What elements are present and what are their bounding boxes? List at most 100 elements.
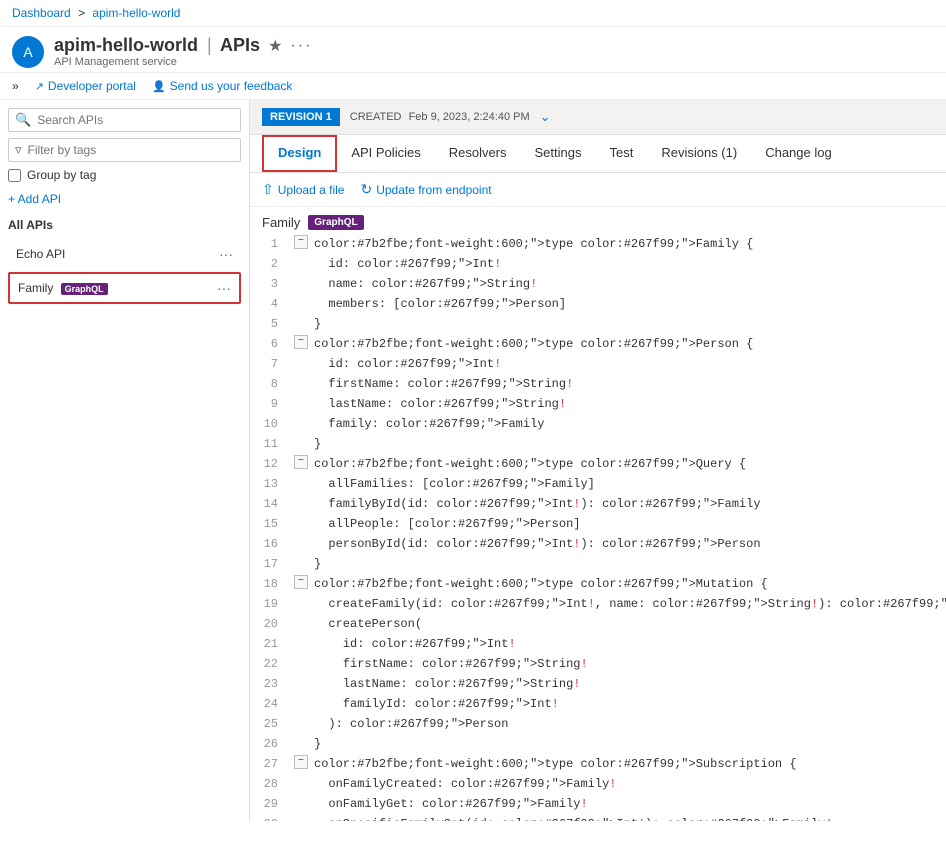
code-line: 1−color:#7b2fbe;font-weight:600;">type c… bbox=[250, 234, 946, 254]
app-subtitle: API Management service bbox=[54, 56, 312, 68]
line-content: firstName: color:#267f99;">String! bbox=[314, 655, 946, 673]
line-number: 20 bbox=[250, 615, 290, 633]
api-family-more[interactable]: ··· bbox=[217, 280, 231, 296]
tab-revisions[interactable]: Revisions (1) bbox=[647, 135, 751, 172]
line-number: 16 bbox=[250, 535, 290, 553]
update-endpoint-button[interactable]: ↻ Update from endpoint bbox=[360, 181, 491, 198]
revision-bar: REVISION 1 CREATED Feb 9, 2023, 2:24:40 … bbox=[250, 100, 946, 135]
collapse-icon[interactable]: − bbox=[294, 755, 308, 769]
collapse-icon[interactable]: − bbox=[294, 575, 308, 589]
tab-api-policies[interactable]: API Policies bbox=[337, 135, 434, 172]
line-number: 29 bbox=[250, 795, 290, 813]
code-line: 25 ): color:#267f99;">Person bbox=[250, 714, 946, 734]
line-gutter[interactable]: − bbox=[290, 455, 314, 469]
line-number: 7 bbox=[250, 355, 290, 373]
line-content: color:#7b2fbe;font-weight:600;">type col… bbox=[314, 335, 946, 353]
line-content: family: color:#267f99;">Family bbox=[314, 415, 946, 433]
line-content: ): color:#267f99;">Person bbox=[314, 715, 946, 733]
tab-settings[interactable]: Settings bbox=[521, 135, 596, 172]
line-number: 26 bbox=[250, 735, 290, 753]
add-api-button[interactable]: + Add API bbox=[8, 192, 241, 206]
developer-portal-link[interactable]: ↗ Developer portal bbox=[35, 79, 136, 93]
api-item-family[interactable]: Family GraphQL ··· bbox=[8, 272, 241, 304]
line-gutter[interactable]: − bbox=[290, 235, 314, 249]
line-content: color:#7b2fbe;font-weight:600;">type col… bbox=[314, 755, 946, 773]
collapse-icon[interactable]: − bbox=[294, 335, 308, 349]
line-content: onFamilyCreated: color:#267f99;">Family! bbox=[314, 775, 946, 793]
code-editor[interactable]: 1−color:#7b2fbe;font-weight:600;">type c… bbox=[250, 234, 946, 821]
app-title: apim-hello-world | APIs bbox=[54, 35, 260, 56]
api-item-echo[interactable]: Echo API ··· bbox=[8, 240, 241, 268]
expand-icon[interactable]: » bbox=[12, 79, 19, 93]
tab-design[interactable]: Design bbox=[262, 135, 337, 172]
code-line: 4 members: [color:#267f99;">Person] bbox=[250, 294, 946, 314]
sidebar: 🔍 ▿ Group by tag + Add API All APIs Echo… bbox=[0, 100, 250, 821]
search-input[interactable] bbox=[37, 113, 234, 127]
app-section: APIs bbox=[220, 35, 260, 55]
line-content: lastName: color:#267f99;">String! bbox=[314, 395, 946, 413]
line-number: 5 bbox=[250, 315, 290, 333]
code-line: 30 onSpecificFamilyGet(id: color:#267f99… bbox=[250, 814, 946, 821]
revision-dropdown[interactable]: ⌄ bbox=[540, 109, 551, 125]
line-number: 4 bbox=[250, 295, 290, 313]
main-layout: 🔍 ▿ Group by tag + Add API All APIs Echo… bbox=[0, 100, 946, 821]
api-display-name: Family bbox=[262, 215, 300, 230]
app-header: A apim-hello-world | APIs ★ ··· API Mana… bbox=[0, 27, 946, 73]
code-line: 8 firstName: color:#267f99;">String! bbox=[250, 374, 946, 394]
filter-container: ▿ bbox=[8, 138, 241, 162]
refresh-icon: ↻ bbox=[360, 181, 372, 198]
tab-test[interactable]: Test bbox=[596, 135, 648, 172]
line-gutter[interactable]: − bbox=[290, 335, 314, 349]
line-number: 14 bbox=[250, 495, 290, 513]
code-line: 22 firstName: color:#267f99;">String! bbox=[250, 654, 946, 674]
collapse-icon[interactable]: − bbox=[294, 455, 308, 469]
line-content: } bbox=[314, 435, 946, 453]
code-line: 17} bbox=[250, 554, 946, 574]
line-number: 23 bbox=[250, 675, 290, 693]
code-line: 5} bbox=[250, 314, 946, 334]
line-number: 22 bbox=[250, 655, 290, 673]
upload-file-button[interactable]: ⇧ Upload a file bbox=[262, 181, 344, 198]
star-icon[interactable]: ★ bbox=[268, 36, 282, 56]
code-line: 19 createFamily(id: color:#267f99;">Int!… bbox=[250, 594, 946, 614]
api-echo-more[interactable]: ··· bbox=[219, 246, 233, 262]
revision-badge: REVISION 1 bbox=[262, 108, 340, 126]
group-by-tag-checkbox[interactable] bbox=[8, 169, 21, 182]
line-content: members: [color:#267f99;">Person] bbox=[314, 295, 946, 313]
pipe-separator: | bbox=[207, 35, 212, 55]
line-gutter[interactable]: − bbox=[290, 575, 314, 589]
tab-change-log[interactable]: Change log bbox=[751, 135, 846, 172]
line-number: 19 bbox=[250, 595, 290, 613]
code-line: 23 lastName: color:#267f99;">String! bbox=[250, 674, 946, 694]
breadcrumb-dashboard[interactable]: Dashboard bbox=[12, 6, 71, 20]
line-content: familyById(id: color:#267f99;">Int!): co… bbox=[314, 495, 946, 513]
line-content: onFamilyGet: color:#267f99;">Family! bbox=[314, 795, 946, 813]
line-gutter[interactable]: − bbox=[290, 755, 314, 769]
more-icon[interactable]: ··· bbox=[290, 37, 312, 55]
line-content: allFamilies: [color:#267f99;">Family] bbox=[314, 475, 946, 493]
line-number: 30 bbox=[250, 815, 290, 821]
line-content: personById(id: color:#267f99;">Int!): co… bbox=[314, 535, 946, 553]
feedback-link[interactable]: 👤 Send us your feedback bbox=[152, 79, 292, 93]
line-number: 25 bbox=[250, 715, 290, 733]
api-graphql-badge: GraphQL bbox=[308, 215, 363, 230]
line-content: id: color:#267f99;">Int! bbox=[314, 355, 946, 373]
code-line: 28 onFamilyCreated: color:#267f99;">Fami… bbox=[250, 774, 946, 794]
line-number: 13 bbox=[250, 475, 290, 493]
filter-input[interactable] bbox=[28, 143, 234, 157]
line-content: createFamily(id: color:#267f99;">Int!, n… bbox=[314, 595, 946, 613]
content-area: REVISION 1 CREATED Feb 9, 2023, 2:24:40 … bbox=[250, 100, 946, 821]
line-number: 17 bbox=[250, 555, 290, 573]
code-line: 13 allFamilies: [color:#267f99;">Family] bbox=[250, 474, 946, 494]
line-number: 3 bbox=[250, 275, 290, 293]
line-number: 24 bbox=[250, 695, 290, 713]
api-family-name: Family GraphQL bbox=[18, 281, 108, 295]
line-content: createPerson( bbox=[314, 615, 946, 633]
collapse-icon[interactable]: − bbox=[294, 235, 308, 249]
api-label-row: Family GraphQL bbox=[250, 207, 946, 234]
tabs-bar: Design API Policies Resolvers Settings T… bbox=[250, 135, 946, 173]
code-line: 29 onFamilyGet: color:#267f99;">Family! bbox=[250, 794, 946, 814]
line-number: 8 bbox=[250, 375, 290, 393]
code-line: 24 familyId: color:#267f99;">Int! bbox=[250, 694, 946, 714]
tab-resolvers[interactable]: Resolvers bbox=[435, 135, 521, 172]
